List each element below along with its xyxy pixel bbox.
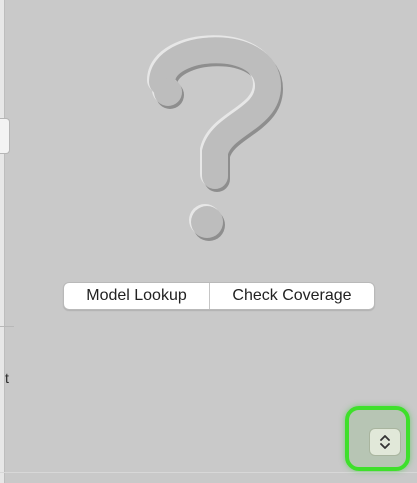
- divider: [0, 326, 14, 327]
- sidebar-tab[interactable]: [0, 118, 10, 154]
- divider: [0, 472, 417, 473]
- question-mark-icon: [149, 37, 282, 238]
- stepper-button[interactable]: [369, 428, 401, 456]
- chevron-up-down-icon: [380, 435, 390, 449]
- model-lookup-button[interactable]: Model Lookup: [64, 283, 210, 309]
- truncated-label: t: [5, 370, 9, 386]
- sidebar-edge: [0, 0, 5, 483]
- help-actions-segmented-control: Model Lookup Check Coverage: [63, 282, 375, 310]
- check-coverage-button[interactable]: Check Coverage: [210, 283, 374, 309]
